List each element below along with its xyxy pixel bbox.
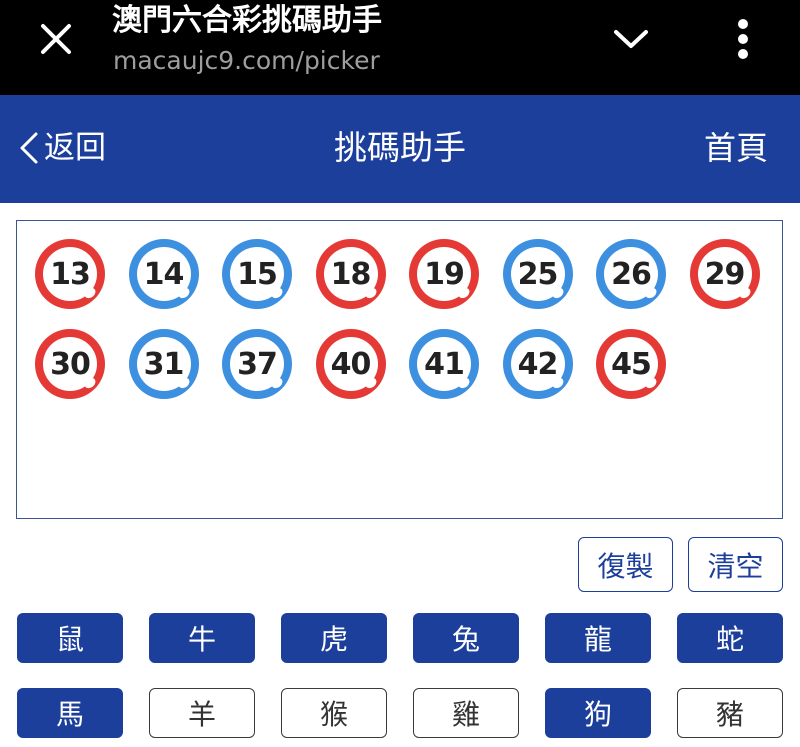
ball-number: 25 bbox=[517, 256, 559, 292]
ball-number: 13 bbox=[50, 256, 91, 292]
app-navbar: 返回 挑碼助手 首頁 bbox=[0, 95, 800, 203]
number-ball[interactable]: 14 bbox=[128, 239, 199, 309]
number-ball[interactable]: 42 bbox=[502, 329, 573, 399]
number-ball[interactable]: 13 bbox=[35, 239, 105, 309]
close-icon bbox=[41, 24, 71, 54]
clear-button[interactable]: 清空 bbox=[688, 537, 783, 592]
number-ball[interactable]: 30 bbox=[35, 329, 105, 399]
zodiac-button[interactable]: 猴 bbox=[281, 688, 387, 738]
zodiac-button[interactable]: 兔 bbox=[413, 613, 519, 663]
number-ball[interactable]: 18 bbox=[315, 239, 386, 309]
browser-toolbar: 澳門六合彩挑碼助手 macaujc9.com/picker bbox=[0, 0, 800, 95]
chevron-down-icon bbox=[614, 30, 648, 48]
zodiac-button[interactable]: 龍 bbox=[545, 613, 651, 663]
ball-number: 19 bbox=[424, 256, 465, 292]
browser-url: macaujc9.com/picker bbox=[113, 46, 380, 75]
zodiac-button[interactable]: 馬 bbox=[17, 688, 123, 738]
back-label: 返回 bbox=[44, 130, 106, 166]
ball-number: 45 bbox=[611, 346, 652, 382]
page-title: 挑碼助手 bbox=[334, 128, 466, 167]
minimize-button[interactable] bbox=[603, 16, 659, 62]
number-ball[interactable]: 15 bbox=[222, 239, 292, 309]
number-ball[interactable]: 31 bbox=[128, 329, 199, 399]
zodiac-button[interactable]: 雞 bbox=[413, 688, 519, 738]
ball-number: 41 bbox=[424, 346, 465, 382]
more-options-button[interactable] bbox=[720, 12, 766, 66]
ball-number: 42 bbox=[517, 346, 559, 382]
ball-number: 40 bbox=[330, 346, 372, 382]
number-ball[interactable]: 41 bbox=[409, 329, 479, 399]
number-ball[interactable]: 40 bbox=[315, 329, 386, 399]
zodiac-button[interactable]: 虎 bbox=[281, 613, 387, 663]
more-vert-icon bbox=[738, 19, 748, 59]
zodiac-button[interactable]: 豬 bbox=[677, 688, 783, 738]
ball-number: 18 bbox=[330, 256, 372, 292]
browser-page-title: 澳門六合彩挑碼助手 bbox=[112, 3, 382, 38]
zodiac-button[interactable]: 牛 bbox=[149, 613, 255, 663]
copy-button[interactable]: 復製 bbox=[578, 537, 673, 592]
number-ball[interactable]: 37 bbox=[222, 329, 292, 399]
ball-number: 30 bbox=[50, 346, 91, 382]
zodiac-button[interactable]: 羊 bbox=[149, 688, 255, 738]
home-button[interactable]: 首頁 bbox=[704, 125, 768, 171]
close-button[interactable] bbox=[26, 16, 86, 62]
zodiac-button[interactable]: 狗 bbox=[545, 688, 651, 738]
back-button[interactable]: 返回 bbox=[18, 123, 106, 173]
number-ball[interactable]: 19 bbox=[409, 239, 479, 309]
ball-number: 29 bbox=[704, 256, 746, 292]
ball-number: 37 bbox=[237, 346, 278, 382]
zodiac-button[interactable]: 鼠 bbox=[17, 613, 123, 663]
ball-number: 15 bbox=[237, 256, 278, 292]
number-ball[interactable]: 26 bbox=[596, 239, 666, 309]
number-ball[interactable]: 45 bbox=[596, 329, 666, 399]
ball-number: 26 bbox=[611, 256, 652, 292]
ball-number: 14 bbox=[143, 256, 185, 292]
number-ball[interactable]: 29 bbox=[689, 239, 760, 309]
chevron-left-icon bbox=[20, 132, 38, 164]
zodiac-button[interactable]: 蛇 bbox=[677, 613, 783, 663]
ball-number: 31 bbox=[143, 346, 185, 382]
picked-numbers-panel: 13 14 15 18 19 25 26 29 30 31 37 40 41 42 45 bbox=[16, 220, 783, 519]
number-ball[interactable]: 25 bbox=[502, 239, 573, 309]
